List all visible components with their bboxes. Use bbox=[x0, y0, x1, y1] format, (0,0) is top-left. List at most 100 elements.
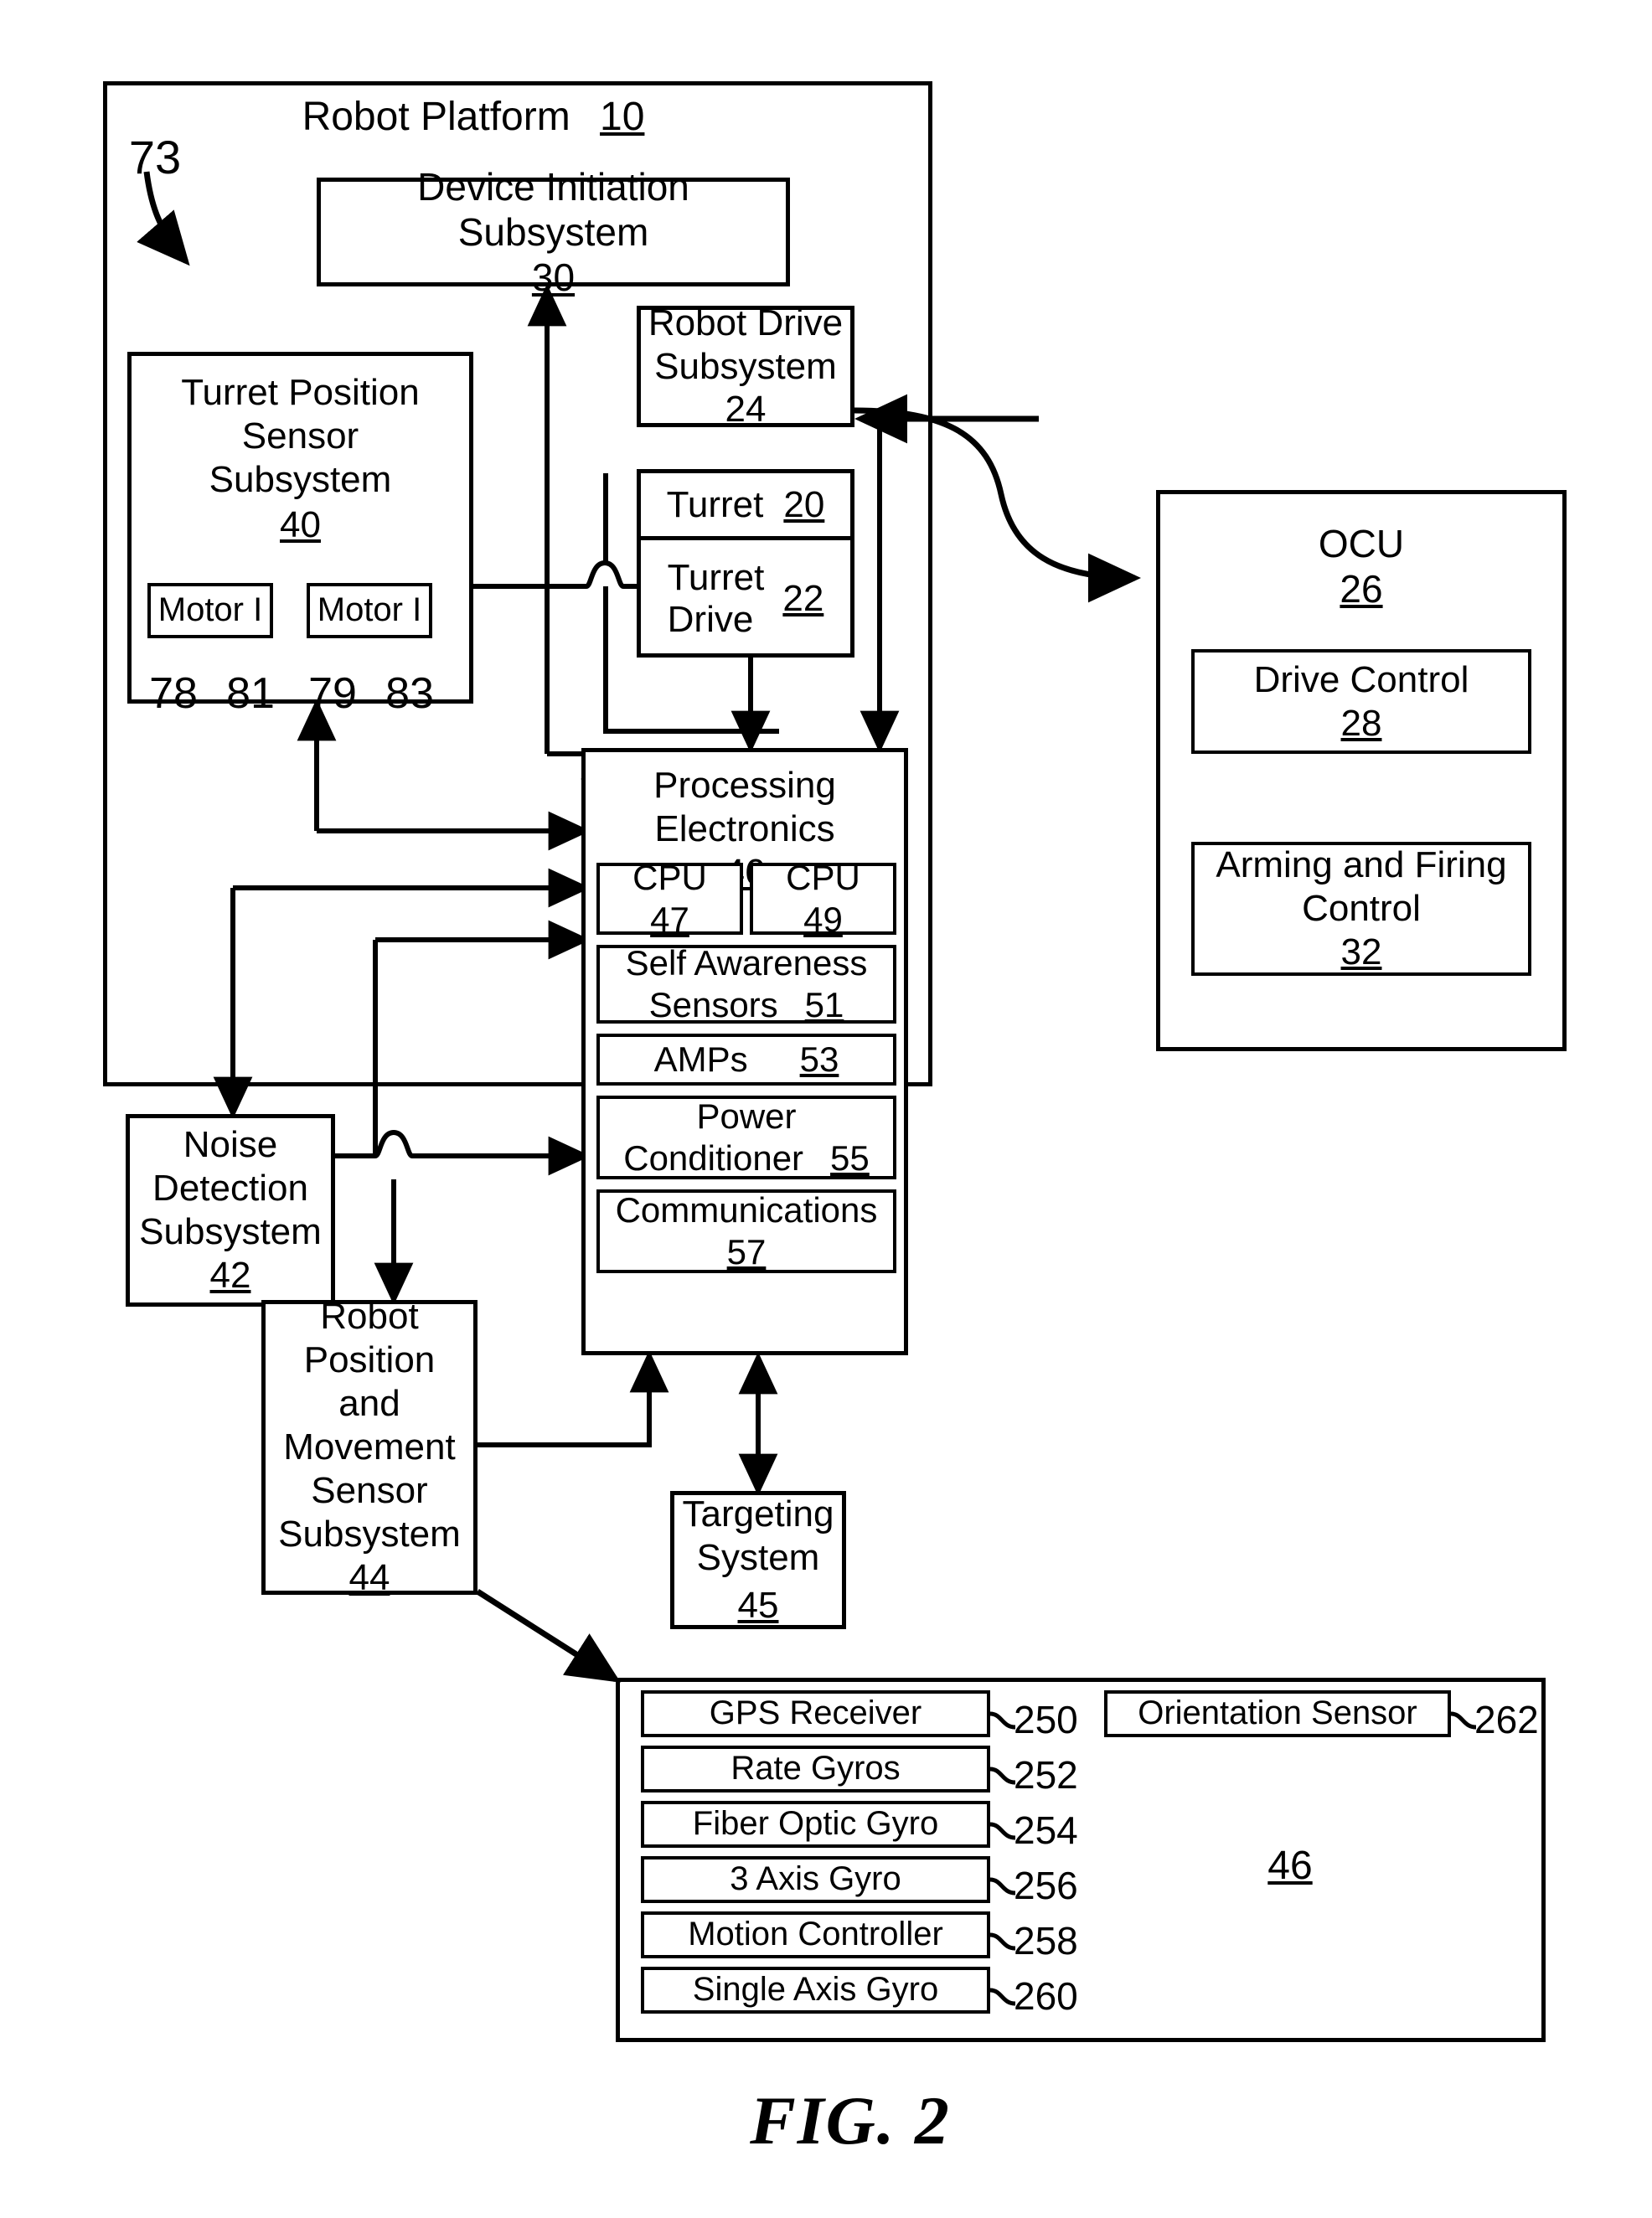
figure-caption: FIG. 2 bbox=[750, 2082, 951, 2159]
ocu-ref: 26 bbox=[1340, 567, 1383, 611]
ts-ref: 45 bbox=[737, 1585, 779, 1627]
communications-box[interactable]: Communications 57 bbox=[596, 1189, 896, 1273]
afc-ref: 32 bbox=[1340, 931, 1382, 972]
drive-control-box[interactable]: Drive Control 28 bbox=[1191, 649, 1531, 754]
afc-label-line2: Control bbox=[1302, 888, 1421, 930]
power-conditioner-box[interactable]: Power Conditioner 55 bbox=[596, 1096, 896, 1179]
device-initiation-title: Device Initiation Subsystem bbox=[417, 164, 689, 254]
drive-control-label: Drive Control bbox=[1253, 658, 1469, 700]
robot-drive-ref: 24 bbox=[725, 389, 767, 431]
pc-ref: 55 bbox=[830, 1138, 870, 1178]
cpu-box-47[interactable]: CPU 47 bbox=[596, 858, 743, 939]
pc-label-line2: Conditioner bbox=[623, 1138, 804, 1178]
amps-box[interactable]: AMPs 53 bbox=[596, 1034, 896, 1086]
self-awareness-sensors-box[interactable]: Self Awareness Sensors 51 bbox=[596, 943, 896, 1024]
device-initiation-subsystem-box[interactable]: Device Initiation Subsystem 30 bbox=[317, 165, 790, 299]
sas-label-line2: Sensors bbox=[648, 985, 778, 1024]
motor-1-right-ref: 81 bbox=[226, 669, 275, 718]
turret-ref: 20 bbox=[783, 483, 825, 525]
noise-detection-subsystem-box[interactable]: Noise Detection Subsystem 42 bbox=[126, 1114, 335, 1307]
sensor-item-label: GPS Receiver bbox=[709, 1694, 922, 1732]
rpms-title-line5: Sensor bbox=[311, 1469, 428, 1511]
targeting-system-box[interactable]: Targeting System 45 bbox=[670, 1491, 846, 1629]
motor-1-left-ref: 78 bbox=[149, 669, 198, 718]
robot-platform-title: Robot Platform bbox=[302, 95, 570, 139]
afc-label-line1: Arming and Firing bbox=[1216, 844, 1507, 886]
sensor-detail-ref: 46 bbox=[1267, 1844, 1313, 1888]
sensor-item-rate-gyros[interactable]: Rate Gyros bbox=[641, 1746, 990, 1792]
motor-2-label: Motor I bbox=[317, 591, 422, 629]
patent-figure-page: Robot Platform 10 73 Device Initiation S… bbox=[0, 0, 1652, 2218]
sensor-item-fiber-optic-gyro-ref: 254 bbox=[1014, 1808, 1078, 1852]
device-initiation-ref: 30 bbox=[531, 255, 576, 300]
amps-label: AMPs bbox=[653, 1039, 748, 1080]
sensor-item-orientation-sensor[interactable]: Orientation Sensor bbox=[1104, 1690, 1451, 1737]
drive-control-ref: 28 bbox=[1340, 702, 1382, 744]
tps-title-line1: Turret Position bbox=[181, 372, 420, 413]
sensor-item-fiber-optic-gyro[interactable]: Fiber Optic Gyro bbox=[641, 1801, 990, 1848]
comm-label: Communications bbox=[615, 1190, 878, 1230]
sensor-item-single-axis-gyro[interactable]: Single Axis Gyro bbox=[641, 1967, 990, 2014]
ts-title-line2: System bbox=[696, 1536, 820, 1578]
robot-platform-title-group: Robot Platform 10 bbox=[276, 94, 670, 140]
tps-ref: 40 bbox=[280, 503, 321, 545]
rpms-title-line6: Subsystem bbox=[278, 1513, 461, 1555]
robot-platform-ref: 10 bbox=[600, 95, 645, 139]
robot-position-movement-sensor-subsystem-box[interactable]: Robot Position and Movement Sensor Subsy… bbox=[261, 1296, 478, 1598]
turret-composite-box: Turret 20 Turret Drive 22 bbox=[637, 469, 854, 658]
sensor-item-label: Orientation Sensor bbox=[1138, 1694, 1417, 1732]
comm-ref: 57 bbox=[726, 1232, 767, 1271]
sas-label-line1: Self Awareness bbox=[625, 943, 868, 983]
motor-1-label: Motor I bbox=[157, 591, 263, 629]
cpu-49-ref: 49 bbox=[803, 900, 843, 939]
rpms-title-line1: Robot bbox=[320, 1296, 419, 1338]
sensor-item-label: Fiber Optic Gyro bbox=[692, 1805, 939, 1843]
turret-drive-cell[interactable]: Turret Drive 22 bbox=[641, 536, 850, 658]
sensor-item-motion-controller-ref: 258 bbox=[1014, 1919, 1078, 1963]
ts-title-line1: Targeting bbox=[682, 1493, 834, 1535]
sensor-item-label: Single Axis Gyro bbox=[692, 1971, 939, 2009]
nd-ref: 42 bbox=[209, 1254, 251, 1296]
robot-drive-title-line2: Subsystem bbox=[654, 345, 837, 387]
robot-drive-subsystem-box[interactable]: Robot Drive Subsystem 24 bbox=[637, 302, 854, 430]
sensor-item-orientation-sensor-ref: 262 bbox=[1474, 1698, 1539, 1741]
motor-box-1[interactable]: Motor I bbox=[147, 583, 273, 638]
sensor-item-gps-receiver[interactable]: GPS Receiver bbox=[641, 1690, 990, 1737]
sensor-item-3-axis-gyro-ref: 256 bbox=[1014, 1864, 1078, 1907]
turret-drive-label-line2: Drive bbox=[667, 599, 754, 640]
sensor-item-gps-receiver-ref: 250 bbox=[1014, 1698, 1078, 1741]
turret-drive-label-line1: Turret bbox=[667, 557, 765, 598]
turret-label: Turret bbox=[666, 483, 764, 525]
tps-title-line3: Subsystem bbox=[209, 458, 392, 500]
cpu-47-ref: 47 bbox=[650, 900, 689, 939]
nd-title-line2: Detection bbox=[152, 1168, 308, 1210]
motor-2-left-ref: 79 bbox=[308, 669, 357, 718]
nd-title-line1: Noise bbox=[183, 1124, 278, 1166]
nd-title-line3: Subsystem bbox=[139, 1211, 322, 1252]
turret-cell[interactable]: Turret 20 bbox=[641, 473, 850, 536]
rpms-title-line4: Movement bbox=[283, 1426, 456, 1468]
sensor-item-motion-controller[interactable]: Motion Controller bbox=[641, 1911, 990, 1958]
rpms-ref: 44 bbox=[348, 1556, 390, 1598]
rpms-title-line2: Position bbox=[303, 1339, 436, 1381]
cpu-box-49[interactable]: CPU 49 bbox=[750, 858, 896, 939]
pe-title-line1: Processing bbox=[653, 765, 836, 806]
cpu-47-label: CPU bbox=[632, 858, 707, 898]
sensor-item-3-axis-gyro[interactable]: 3 Axis Gyro bbox=[641, 1856, 990, 1903]
sensor-item-label: Rate Gyros bbox=[730, 1750, 901, 1787]
pc-label-line1: Power bbox=[696, 1096, 797, 1137]
sensor-item-label: 3 Axis Gyro bbox=[730, 1860, 901, 1898]
pe-title-line2: Electronics bbox=[654, 807, 835, 849]
sensor-item-rate-gyros-ref: 252 bbox=[1014, 1753, 1078, 1797]
system-ref-73: 73 bbox=[128, 131, 182, 183]
motor-2-right-ref: 83 bbox=[385, 669, 434, 718]
amps-ref: 53 bbox=[799, 1039, 839, 1080]
motor-box-2[interactable]: Motor I bbox=[307, 583, 432, 638]
cpu-49-label: CPU bbox=[786, 858, 860, 898]
arming-firing-control-box[interactable]: Arming and Firing Control 32 bbox=[1191, 842, 1531, 976]
tps-title-line2: Sensor bbox=[241, 415, 359, 456]
sensor-item-single-axis-gyro-ref: 260 bbox=[1014, 1974, 1078, 2018]
sensor-item-label: Motion Controller bbox=[688, 1916, 943, 1953]
ocu-title: OCU bbox=[1318, 522, 1405, 565]
turret-position-sensor-subsystem-box[interactable]: Turret Position Sensor Subsystem 40 bbox=[127, 352, 473, 704]
